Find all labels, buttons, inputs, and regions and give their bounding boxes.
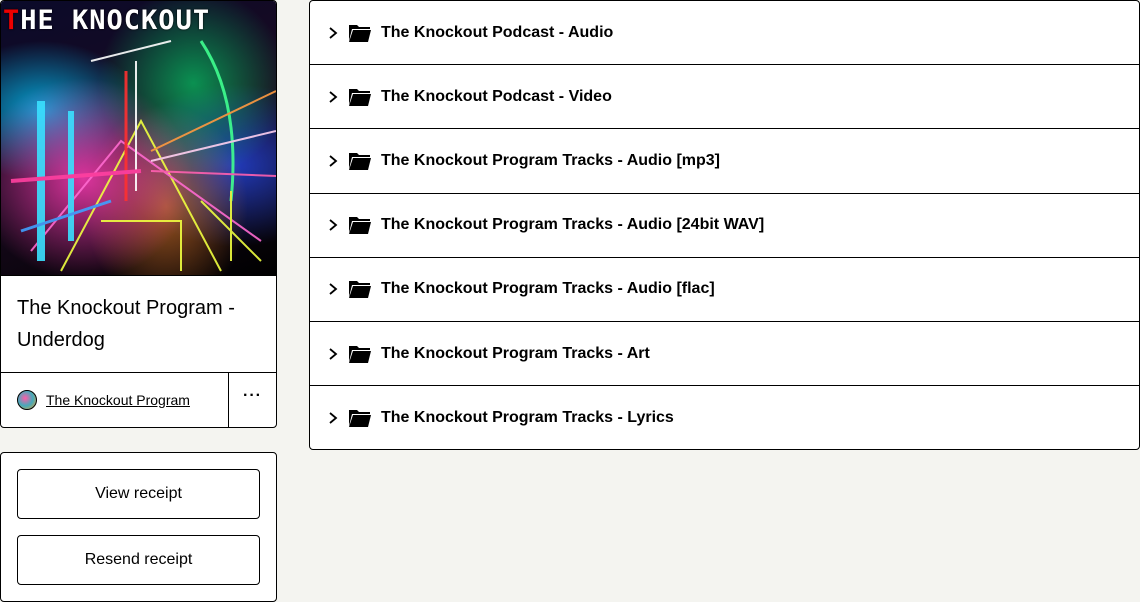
folder-label: The Knockout Program Tracks - Lyrics (381, 409, 674, 427)
cover-title: THE KNOCKOUT (3, 5, 211, 36)
chevron-right-icon[interactable] (328, 26, 340, 40)
chevron-right-icon[interactable] (328, 90, 340, 104)
receipt-card: View receipt Resend receipt (0, 452, 277, 602)
folder-icon (348, 344, 372, 364)
folder-icon (348, 151, 372, 171)
chevron-right-icon[interactable] (328, 218, 340, 232)
chevron-right-icon[interactable] (328, 282, 340, 296)
folder-icon (348, 279, 372, 299)
resend-receipt-button[interactable]: Resend receipt (17, 535, 260, 585)
folder-label: The Knockout Program Tracks - Audio [24b… (381, 216, 765, 234)
folder-row-tracks-mp3[interactable]: The Knockout Program Tracks - Audio [mp3… (310, 129, 1139, 194)
folder-row-tracks-wav[interactable]: The Knockout Program Tracks - Audio [24b… (310, 194, 1139, 258)
product-title: The Knockout Program - Underdog (1, 276, 276, 373)
avatar (17, 390, 37, 410)
chevron-right-icon[interactable] (328, 347, 340, 361)
view-receipt-button[interactable]: View receipt (17, 469, 260, 519)
folder-row-podcast-audio[interactable]: The Knockout Podcast - Audio (310, 1, 1139, 66)
folder-row-podcast-video[interactable]: The Knockout Podcast - Video (310, 65, 1139, 130)
creator-row: The Knockout Program ··· (1, 373, 276, 427)
chevron-right-icon[interactable] (328, 411, 340, 425)
creator-link[interactable]: The Knockout Program (46, 392, 190, 408)
folder-row-tracks-art[interactable]: The Knockout Program Tracks - Art (310, 322, 1139, 387)
folder-icon (348, 23, 372, 43)
folder-icon (348, 408, 372, 428)
folder-label: The Knockout Podcast - Video (381, 87, 612, 105)
folder-row-tracks-flac[interactable]: The Knockout Program Tracks - Audio [fla… (310, 258, 1139, 322)
cover-art-scribbles (10, 40, 276, 272)
cover-art: THE KNOCKOUT (1, 1, 276, 276)
folder-label: The Knockout Program Tracks - Audio [fla… (381, 280, 715, 298)
folder-list: The Knockout Podcast - Audio The Knockou… (309, 0, 1140, 450)
product-card: THE KNOCKOUT The Knockout Program - Unde… (0, 0, 277, 428)
folder-label: The Knockout Podcast - Audio (381, 23, 614, 41)
folder-icon (348, 215, 372, 235)
more-options-button[interactable]: ··· (229, 373, 276, 427)
creator: The Knockout Program (1, 373, 229, 427)
folder-label: The Knockout Program Tracks - Art (381, 344, 650, 362)
folder-icon (348, 87, 372, 107)
folder-label: The Knockout Program Tracks - Audio [mp3… (381, 151, 721, 169)
chevron-right-icon[interactable] (328, 154, 340, 168)
folder-row-tracks-lyrics[interactable]: The Knockout Program Tracks - Lyrics (310, 386, 1139, 449)
